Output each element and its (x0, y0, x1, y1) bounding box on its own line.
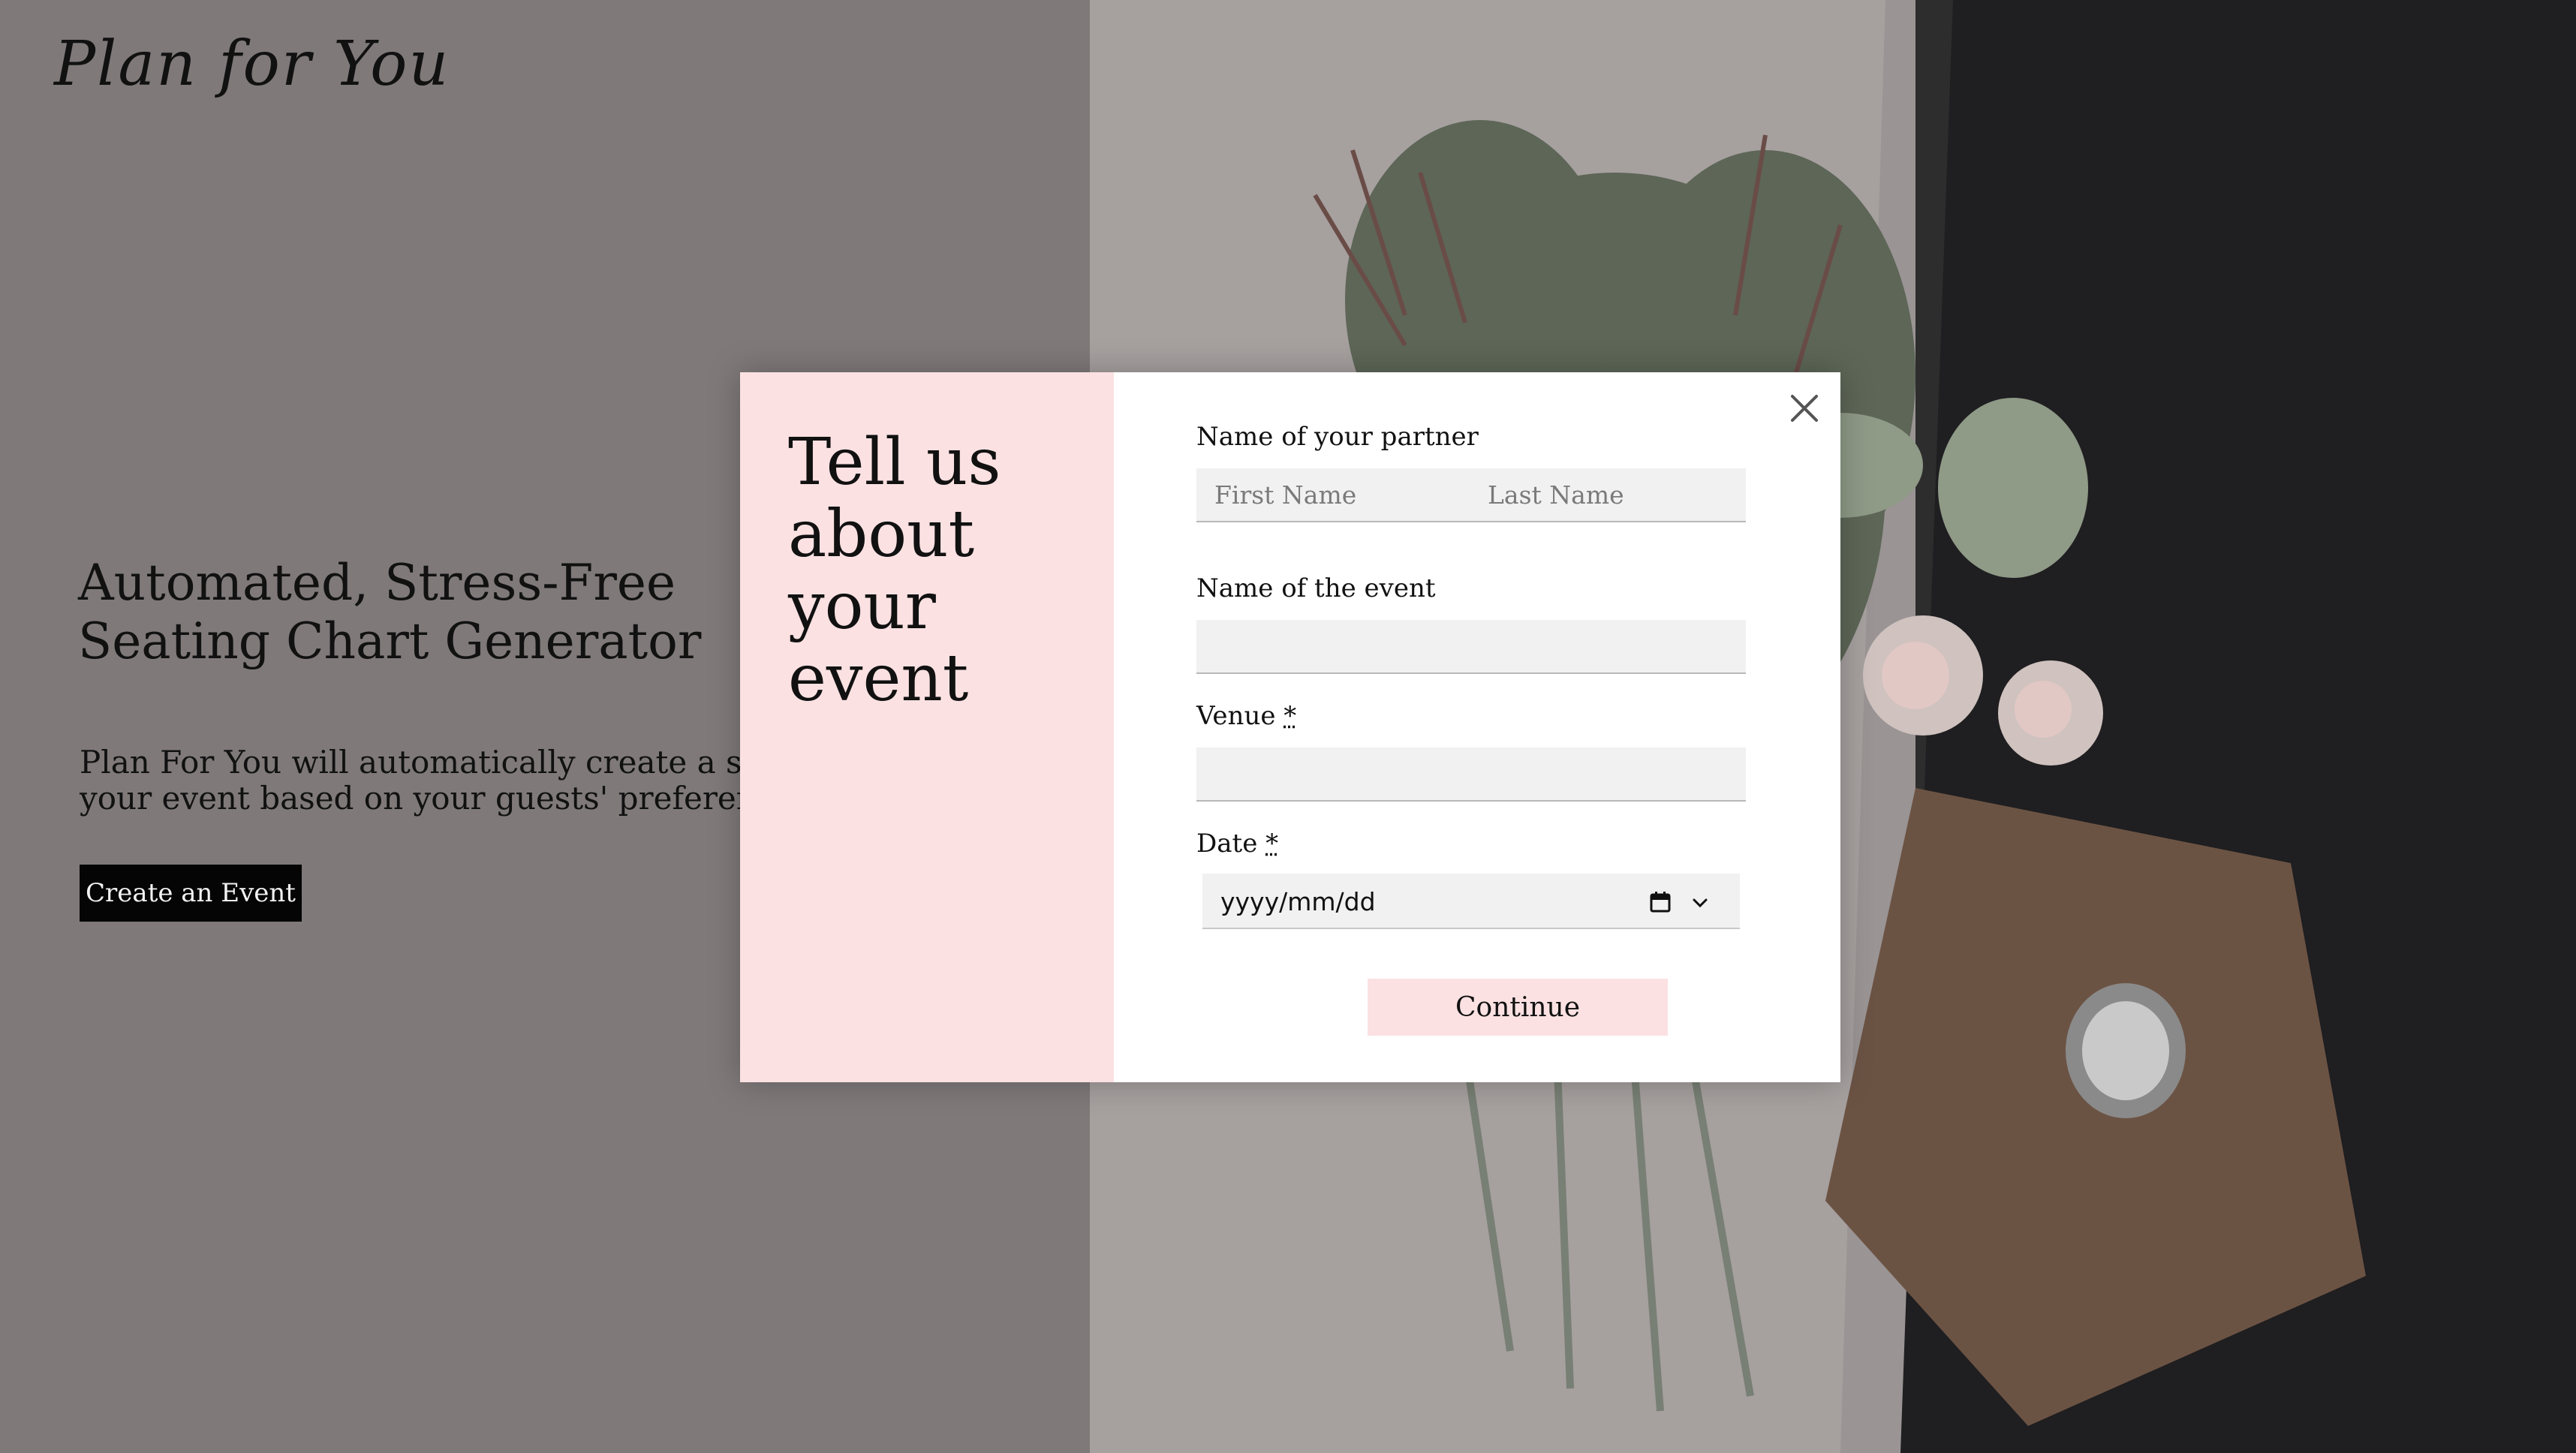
chevron-down-icon[interactable] (1689, 892, 1711, 914)
calendar-icon[interactable] (1648, 890, 1672, 914)
hero-title: Automated, Stress-Free Seating Chart Gen… (78, 554, 702, 670)
date-placeholder: yyyy/mm/dd (1220, 887, 1376, 916)
venue-required-mark: * (1283, 701, 1297, 731)
event-name-label: Name of the event (1196, 573, 1436, 603)
partner-name-label: Name of your partner (1196, 422, 1479, 452)
date-label: Date * (1196, 829, 1278, 859)
hero-description-line-2: your event based on your guests' prefere… (80, 780, 809, 817)
date-required-mark: * (1265, 829, 1279, 859)
event-details-modal: Tell us about your event Name of your pa… (740, 372, 1840, 1082)
date-label-text: Date (1196, 829, 1258, 859)
close-icon (1791, 395, 1818, 422)
modal-heading: Tell us about your event (788, 425, 1001, 716)
modal-side-panel: Tell us about your event (740, 372, 1114, 1082)
venue-input[interactable] (1196, 748, 1746, 802)
last-name-input[interactable]: Last Name (1488, 480, 1624, 510)
partner-name-field[interactable]: First Name Last Name (1196, 468, 1746, 522)
date-input[interactable]: yyyy/mm/dd (1202, 874, 1740, 929)
event-name-input[interactable] (1196, 620, 1746, 674)
venue-label: Venue * (1196, 701, 1296, 731)
venue-label-text: Venue (1196, 701, 1276, 731)
hero-description-line-1: Plan For You will automatically create a… (80, 744, 823, 781)
first-name-input[interactable]: First Name (1214, 480, 1356, 510)
continue-button[interactable]: Continue (1368, 979, 1668, 1036)
create-event-button[interactable]: Create an Event (80, 865, 302, 922)
close-button[interactable] (1783, 387, 1825, 429)
brand-logo[interactable]: Plan for You (54, 29, 450, 100)
